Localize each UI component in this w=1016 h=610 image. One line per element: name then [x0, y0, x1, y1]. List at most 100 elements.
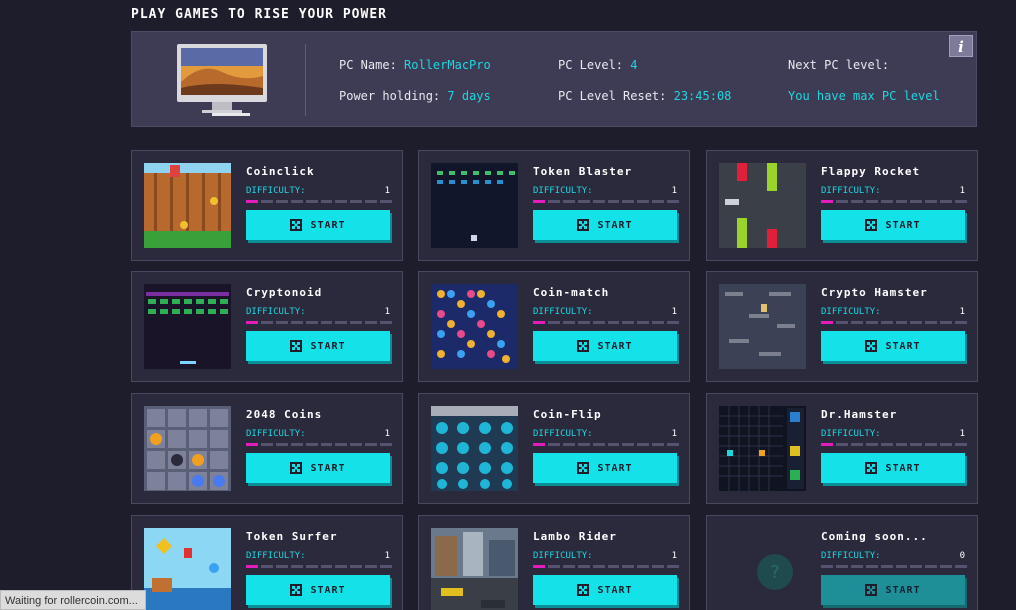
pc-divider [305, 44, 306, 116]
difficulty-bar [246, 321, 393, 325]
info-button[interactable]: i [949, 35, 973, 57]
next-pc-level-label: Next PC level: [788, 58, 890, 72]
checkered-flag-icon [577, 219, 590, 231]
game-card: Flappy Rocket DIFFICULTY: 1 START [706, 150, 978, 261]
difficulty-value: 1 [384, 307, 390, 317]
checkered-flag-icon [290, 584, 303, 596]
computer-icon [177, 44, 267, 116]
difficulty-bar [821, 565, 968, 569]
checkered-flag-icon [290, 340, 303, 352]
game-title: Coming soon... [821, 530, 928, 543]
game-title: Token Blaster [533, 165, 633, 178]
difficulty-value: 1 [959, 186, 965, 196]
start-label: START [597, 340, 633, 352]
difficulty-label: DIFFICULTY: [246, 551, 306, 561]
game-card: Token Blaster DIFFICULTY: 1 START [418, 150, 690, 261]
start-button[interactable]: START [246, 575, 390, 605]
game-title: Cryptonoid [246, 286, 323, 299]
start-button[interactable]: START [821, 331, 965, 361]
difficulty-bar [246, 565, 393, 569]
difficulty-bar [821, 321, 968, 325]
start-label: START [885, 462, 921, 474]
start-label: START [885, 340, 921, 352]
difficulty-bar [533, 443, 680, 447]
difficulty-bar [821, 443, 968, 447]
difficulty-value: 1 [384, 429, 390, 439]
difficulty-bar [246, 443, 393, 447]
difficulty-value: 1 [959, 429, 965, 439]
start-button[interactable]: START [533, 453, 677, 483]
difficulty-value: 0 [959, 551, 965, 561]
start-label: START [597, 462, 633, 474]
start-label: START [885, 219, 921, 231]
game-thumbnail-coinclick [144, 163, 231, 248]
start-label: START [597, 219, 633, 231]
game-card: Lambo Rider DIFFICULTY: 1 START [418, 515, 690, 610]
difficulty-label: DIFFICULTY: [533, 429, 593, 439]
difficulty-label: DIFFICULTY: [821, 429, 881, 439]
game-card: Cryptonoid DIFFICULTY: 1 START [131, 271, 403, 382]
game-card: ? Coming soon... DIFFICULTY: 0 START [706, 515, 978, 610]
start-button[interactable]: START [821, 453, 965, 483]
game-thumbnail-lambo-rider [431, 528, 518, 610]
game-thumbnail-dr-hamster [719, 406, 806, 491]
checkered-flag-icon [577, 462, 590, 474]
start-button[interactable]: START [533, 210, 677, 240]
game-thumbnail-2048-coins [144, 406, 231, 491]
game-title: Lambo Rider [533, 530, 617, 543]
difficulty-value: 1 [384, 186, 390, 196]
power-holding-label: Power holding: [339, 89, 441, 103]
max-level-text: You have max PC level [788, 89, 940, 103]
start-button[interactable]: START [246, 331, 390, 361]
start-button[interactable]: START [821, 575, 965, 605]
difficulty-bar [821, 200, 968, 204]
checkered-flag-icon [290, 462, 303, 474]
checkered-flag-icon [290, 219, 303, 231]
game-card: Token Surfer DIFFICULTY: 1 START [131, 515, 403, 610]
start-label: START [885, 584, 921, 596]
difficulty-value: 1 [671, 551, 677, 561]
pc-level: PC Level: 4 [558, 58, 638, 72]
game-card: Crypto Hamster DIFFICULTY: 1 START [706, 271, 978, 382]
start-button[interactable]: START [246, 210, 390, 240]
pc-info-panel: PC Name: RollerMacPro Power holding: 7 d… [131, 31, 977, 127]
start-button[interactable]: START [533, 331, 677, 361]
game-thumbnail-coin-flip [431, 406, 518, 491]
difficulty-bar [246, 200, 393, 204]
pc-level-value: 4 [630, 58, 638, 72]
start-label: START [310, 340, 346, 352]
start-button[interactable]: START [246, 453, 390, 483]
svg-text:?: ? [770, 562, 780, 583]
game-title: Flappy Rocket [821, 165, 921, 178]
pc-name-value: RollerMacPro [404, 58, 491, 72]
start-label: START [310, 219, 346, 231]
difficulty-label: DIFFICULTY: [246, 186, 306, 196]
start-button[interactable]: START [821, 210, 965, 240]
game-title: Coinclick [246, 165, 315, 178]
game-thumbnail-crypto-hamster [719, 284, 806, 369]
game-thumbnail-coin-match [431, 284, 518, 369]
game-title: Crypto Hamster [821, 286, 928, 299]
page-title: Play games to rise your power [131, 7, 387, 22]
start-button[interactable]: START [533, 575, 677, 605]
game-thumbnail-token-surfer [144, 528, 231, 610]
difficulty-label: DIFFICULTY: [246, 429, 306, 439]
game-thumbnail-coming-soon: ? [719, 528, 806, 610]
game-card: 2048 Coins DIFFICULTY: 1 START [131, 393, 403, 504]
pc-level-reset-label: PC Level Reset: [558, 89, 667, 103]
start-label: START [310, 462, 346, 474]
checkered-flag-icon [865, 462, 878, 474]
game-title: Token Surfer [246, 530, 338, 543]
game-thumbnail-token-blaster [431, 163, 518, 248]
game-title: Dr.Hamster [821, 408, 898, 421]
next-pc-level-value: You have max PC level [788, 89, 940, 103]
difficulty-value: 1 [384, 551, 390, 561]
difficulty-label: DIFFICULTY: [533, 186, 593, 196]
difficulty-label: DIFFICULTY: [821, 551, 881, 561]
game-card: Coinclick DIFFICULTY: 1 START [131, 150, 403, 261]
pc-name: PC Name: RollerMacPro [339, 58, 491, 72]
difficulty-label: DIFFICULTY: [246, 307, 306, 317]
game-title: 2048 Coins [246, 408, 323, 421]
pc-level-reset: PC Level Reset: 23:45:08 [558, 89, 731, 103]
start-label: START [310, 584, 346, 596]
